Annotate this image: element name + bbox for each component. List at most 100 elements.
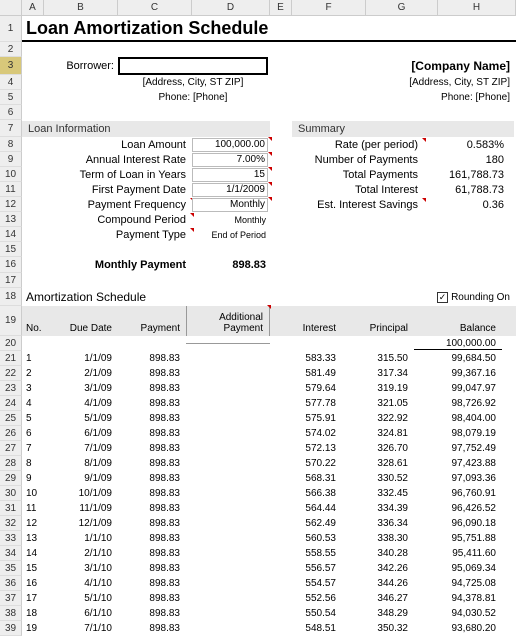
cell-payment: 898.83 bbox=[118, 458, 186, 469]
table-row[interactable]: 2999/1/09898.83568.31330.5297,093.36 bbox=[0, 471, 516, 486]
table-row[interactable]: 301010/1/09898.83566.38332.4596,760.91 bbox=[0, 486, 516, 501]
row-num[interactable]: 31 bbox=[0, 501, 22, 516]
cell-due: 11/1/09 bbox=[52, 503, 118, 514]
table-row[interactable]: 39197/1/10898.83548.51350.3293,680.20 bbox=[0, 621, 516, 636]
cell-due: 4/1/10 bbox=[52, 578, 118, 589]
row-num[interactable]: 20 bbox=[0, 336, 22, 351]
row-num[interactable]: 15 bbox=[0, 242, 22, 257]
compound-label: Compound Period bbox=[22, 214, 192, 226]
cell-no: 1 bbox=[22, 353, 52, 364]
row-num[interactable]: 3 bbox=[0, 57, 22, 75]
row-num[interactable]: 30 bbox=[0, 486, 22, 501]
table-row[interactable]: 34142/1/10898.83558.55340.2895,411.60 bbox=[0, 546, 516, 561]
total-interest-label: Total Interest bbox=[288, 184, 424, 196]
cell-principal: 344.26 bbox=[342, 578, 414, 589]
compound-select[interactable]: Monthly bbox=[192, 215, 268, 225]
cell-principal: 330.52 bbox=[342, 473, 414, 484]
row-num[interactable]: 29 bbox=[0, 471, 22, 486]
row-num[interactable]: 27 bbox=[0, 441, 22, 456]
total-payments-label: Total Payments bbox=[288, 169, 424, 181]
col-e[interactable]: E bbox=[270, 0, 292, 15]
table-row[interactable]: 36164/1/10898.83554.57344.2694,725.08 bbox=[0, 576, 516, 591]
loan-amount-input[interactable]: 100,000.00 bbox=[192, 138, 268, 152]
table-row[interactable]: 311111/1/09898.83564.44334.3996,426.52 bbox=[0, 501, 516, 516]
row-num[interactable]: 1 bbox=[0, 16, 22, 42]
row-num[interactable]: 11 bbox=[0, 182, 22, 197]
cell-balance: 98,079.19 bbox=[414, 428, 502, 439]
row-num[interactable]: 22 bbox=[0, 366, 22, 381]
row-num[interactable]: 39 bbox=[0, 621, 22, 636]
table-row[interactable]: 2888/1/09898.83570.22328.6197,423.88 bbox=[0, 456, 516, 471]
row-num[interactable]: 4 bbox=[0, 75, 22, 90]
row-num[interactable]: 24 bbox=[0, 396, 22, 411]
first-date-input[interactable]: 1/1/2009 bbox=[192, 183, 268, 197]
cell-payment: 898.83 bbox=[118, 368, 186, 379]
term-input[interactable]: 15 bbox=[192, 168, 268, 182]
row-num[interactable]: 36 bbox=[0, 576, 22, 591]
table-row[interactable]: 2777/1/09898.83572.13326.7097,752.49 bbox=[0, 441, 516, 456]
table-row[interactable]: 38186/1/10898.83550.54348.2994,030.52 bbox=[0, 606, 516, 621]
cell-balance: 97,093.36 bbox=[414, 473, 502, 484]
row-num[interactable]: 17 bbox=[0, 273, 22, 288]
col-c[interactable]: C bbox=[118, 0, 192, 15]
row-num[interactable]: 23 bbox=[0, 381, 22, 396]
row-num[interactable]: 14 bbox=[0, 227, 22, 242]
row-num[interactable]: 9 bbox=[0, 152, 22, 167]
row-num[interactable]: 12 bbox=[0, 197, 22, 212]
row-num[interactable]: 32 bbox=[0, 516, 22, 531]
col-b[interactable]: B bbox=[44, 0, 118, 15]
row-num[interactable]: 6 bbox=[0, 105, 22, 120]
th-due: Due Date bbox=[52, 306, 118, 336]
table-row[interactable]: 33131/1/10898.83560.53338.3095,751.88 bbox=[0, 531, 516, 546]
row-num[interactable]: 37 bbox=[0, 591, 22, 606]
row-num[interactable]: 8 bbox=[0, 137, 22, 152]
cell-no: 4 bbox=[22, 398, 52, 409]
table-row[interactable]: 35153/1/10898.83556.57342.2695,069.34 bbox=[0, 561, 516, 576]
row-num[interactable]: 26 bbox=[0, 426, 22, 441]
page-title: Loan Amortization Schedule bbox=[22, 16, 516, 42]
table-row[interactable]: 2222/1/09898.83581.49317.3499,367.16 bbox=[0, 366, 516, 381]
table-row[interactable]: 2555/1/09898.83575.91322.9298,404.00 bbox=[0, 411, 516, 426]
col-g[interactable]: G bbox=[366, 0, 438, 15]
cell-no: 17 bbox=[22, 593, 52, 604]
cell-principal: 340.28 bbox=[342, 548, 414, 559]
cell-no: 9 bbox=[22, 473, 52, 484]
cell-interest: 562.49 bbox=[270, 518, 342, 529]
ptype-select[interactable]: End of Period bbox=[192, 230, 268, 240]
freq-select[interactable]: Monthly bbox=[192, 198, 268, 212]
cell-balance: 96,426.52 bbox=[414, 503, 502, 514]
row-num[interactable]: 35 bbox=[0, 561, 22, 576]
col-d[interactable]: D bbox=[192, 0, 270, 15]
row-num[interactable]: 16 bbox=[0, 257, 22, 273]
row-num[interactable]: 21 bbox=[0, 351, 22, 366]
row-num[interactable]: 18 bbox=[0, 288, 22, 306]
table-row[interactable]: 2444/1/09898.83577.78321.0598,726.92 bbox=[0, 396, 516, 411]
cell-interest: 568.31 bbox=[270, 473, 342, 484]
col-a[interactable]: A bbox=[22, 0, 44, 15]
table-row[interactable]: 321212/1/09898.83562.49336.3496,090.18 bbox=[0, 516, 516, 531]
row-num[interactable]: 19 bbox=[0, 306, 22, 336]
row-num[interactable]: 28 bbox=[0, 456, 22, 471]
row-num[interactable]: 2 bbox=[0, 42, 22, 57]
row-num[interactable]: 33 bbox=[0, 531, 22, 546]
borrower-input[interactable] bbox=[118, 57, 268, 75]
annual-rate-input[interactable]: 7.00% bbox=[192, 153, 268, 167]
col-f[interactable]: F bbox=[292, 0, 366, 15]
cell-due: 3/1/09 bbox=[52, 383, 118, 394]
table-row[interactable]: 2666/1/09898.83574.02324.8198,079.19 bbox=[0, 426, 516, 441]
row-num[interactable]: 5 bbox=[0, 90, 22, 105]
row-num[interactable]: 34 bbox=[0, 546, 22, 561]
row-num[interactable]: 7 bbox=[0, 120, 22, 137]
cell-due: 9/1/09 bbox=[52, 473, 118, 484]
row-num[interactable]: 10 bbox=[0, 167, 22, 182]
rounding-toggle[interactable]: ✓ Rounding On bbox=[437, 292, 516, 303]
row-num[interactable]: 38 bbox=[0, 606, 22, 621]
col-h[interactable]: H bbox=[438, 0, 516, 15]
cell-payment: 898.83 bbox=[118, 398, 186, 409]
table-row[interactable]: 37175/1/10898.83552.56346.2794,378.81 bbox=[0, 591, 516, 606]
table-row[interactable]: 2333/1/09898.83579.64319.1999,047.97 bbox=[0, 381, 516, 396]
row-num[interactable]: 13 bbox=[0, 212, 22, 227]
cell-balance: 94,378.81 bbox=[414, 593, 502, 604]
table-row[interactable]: 2111/1/09898.83583.33315.5099,684.50 bbox=[0, 351, 516, 366]
row-num[interactable]: 25 bbox=[0, 411, 22, 426]
